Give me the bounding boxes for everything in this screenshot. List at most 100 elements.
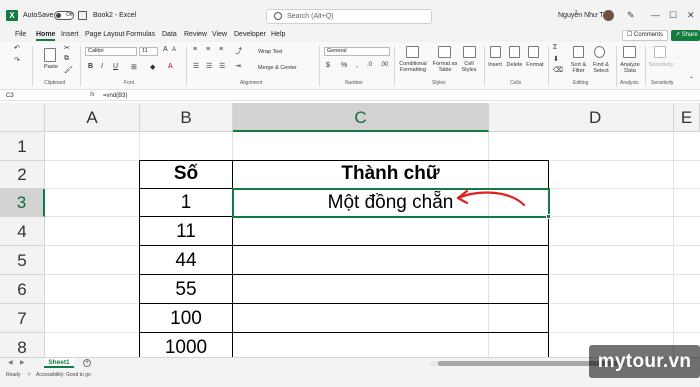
row-header-1[interactable]: 1 — [0, 132, 45, 161]
format-as-table-button[interactable]: Format as Table — [430, 61, 460, 73]
column-header-d[interactable]: D — [489, 103, 700, 132]
font-size-combo[interactable]: 11 — [139, 47, 158, 56]
name-box[interactable]: C3 — [4, 92, 66, 100]
font-name-combo[interactable]: Calibri — [85, 47, 137, 56]
cell-styles-icon[interactable] — [463, 46, 476, 58]
tab-file[interactable]: File — [15, 31, 26, 38]
bold-button[interactable]: B — [88, 63, 93, 70]
decrease-decimal-icon[interactable]: .00 — [380, 62, 388, 68]
align-center-icon[interactable]: ☰ — [206, 62, 212, 70]
paste-button[interactable]: Paste — [42, 64, 60, 70]
sort-filter-icon[interactable] — [573, 46, 584, 58]
search-input[interactable]: Search (Alt+Q) — [266, 9, 432, 24]
cell-styles-button[interactable]: Cell Styles — [457, 61, 481, 73]
fill-handle[interactable] — [546, 214, 551, 219]
merge-center-button[interactable]: Merge & Center — [258, 65, 297, 71]
prev-sheet-icon[interactable]: ◀ — [8, 359, 13, 366]
maximize-icon[interactable]: ☐ — [669, 10, 677, 21]
decrease-font-icon[interactable]: A — [172, 47, 176, 53]
delete-cells-button[interactable]: Delete — [505, 62, 524, 68]
row-header-7[interactable]: 7 — [0, 304, 45, 333]
analyze-data-icon[interactable] — [623, 46, 636, 58]
cell-b7[interactable]: 100 — [140, 308, 232, 330]
find-select-icon[interactable] — [594, 46, 605, 58]
sensitivity-button[interactable]: Sensitivity — [648, 62, 674, 68]
cell-b5[interactable]: 44 — [140, 250, 232, 272]
increase-font-icon[interactable]: A — [163, 46, 168, 53]
copy-icon[interactable]: ⧉ — [64, 55, 69, 63]
underline-button[interactable]: U — [113, 63, 118, 70]
fx-icon[interactable]: fx — [90, 92, 95, 98]
user-name[interactable]: Nguyễn Như Tài — [558, 12, 609, 19]
percent-icon[interactable]: % — [341, 62, 347, 69]
cell-b6[interactable]: 55 — [140, 279, 232, 301]
cell-b4[interactable]: 11 — [140, 221, 232, 243]
row-header-8[interactable]: 8 — [0, 333, 45, 357]
borders-icon[interactable]: ⊞ — [131, 63, 137, 71]
insert-cells-icon[interactable] — [490, 46, 501, 58]
comma-icon[interactable]: , — [356, 62, 358, 69]
tab-review[interactable]: Review — [184, 31, 207, 38]
pen-icon[interactable]: ✎ — [627, 10, 635, 21]
clear-icon[interactable]: ⌫ — [553, 66, 563, 74]
number-format-combo[interactable]: General — [324, 47, 390, 56]
tab-home[interactable]: Home — [36, 31, 56, 41]
cell-c2[interactable]: Thành chữ — [233, 163, 548, 185]
sensitivity-icon[interactable] — [654, 46, 666, 58]
column-header-e[interactable]: E — [673, 103, 700, 132]
minimize-icon[interactable]: — — [651, 10, 660, 20]
avatar[interactable] — [603, 10, 614, 21]
accessibility-status[interactable]: Accessibility: Good to go — [36, 372, 91, 378]
italic-button[interactable]: I — [101, 63, 103, 70]
cell-b8[interactable]: 1000 — [140, 337, 232, 357]
font-color-icon[interactable]: A — [168, 63, 173, 70]
tab-formulas[interactable]: Formulas — [126, 31, 155, 38]
insert-cells-button[interactable]: Insert — [486, 62, 504, 68]
align-middle-icon[interactable]: ≡ — [206, 46, 210, 53]
align-left-icon[interactable]: ☰ — [193, 62, 199, 70]
formula-input[interactable]: =vnd(B3) — [103, 92, 128, 100]
undo-icon[interactable]: ↶ — [14, 44, 20, 52]
conditional-formatting-icon[interactable] — [406, 46, 419, 58]
wrap-text-button[interactable]: Wrap Text — [258, 49, 283, 55]
share-button[interactable]: ↗ Share — [671, 30, 700, 41]
autosum-icon[interactable]: Σ — [553, 44, 557, 51]
align-top-icon[interactable]: ≡ — [193, 46, 197, 53]
orientation-icon[interactable]: ⤴ — [235, 46, 242, 56]
column-header-c[interactable]: C — [233, 103, 489, 132]
align-right-icon[interactable]: ☰ — [219, 62, 225, 70]
analyze-data-button[interactable]: Analyze Data — [618, 62, 642, 74]
column-header-b[interactable]: B — [140, 103, 233, 132]
conditional-formatting-button[interactable]: Conditional Formatting — [396, 61, 430, 73]
comments-button[interactable]: ☐ Comments — [622, 30, 668, 41]
select-all-corner[interactable] — [0, 103, 45, 132]
format-painter-icon[interactable]: 🖌 — [64, 66, 73, 74]
row-header-6[interactable]: 6 — [0, 275, 45, 304]
cell-b2[interactable]: Số — [140, 163, 232, 185]
accessibility-icon[interactable]: ⚐ — [27, 372, 31, 378]
format-as-table-icon[interactable] — [438, 46, 451, 58]
cut-icon[interactable]: ✂ — [64, 44, 70, 52]
align-bottom-icon[interactable]: ≡ — [219, 46, 223, 53]
paste-icon[interactable] — [44, 48, 56, 62]
indent-icon[interactable]: ⇥ — [235, 62, 241, 70]
fill-icon[interactable]: ⬇ — [553, 55, 559, 63]
tab-data[interactable]: Data — [162, 31, 177, 38]
tab-insert[interactable]: Insert — [61, 31, 79, 38]
row-header-3[interactable]: 3 — [0, 189, 45, 217]
row-header-4[interactable]: 4 — [0, 217, 45, 246]
add-sheet-icon[interactable]: + — [83, 359, 91, 367]
row-header-2[interactable]: 2 — [0, 161, 45, 189]
sheet-tab-sheet1[interactable]: Sheet1 — [44, 358, 74, 368]
collapse-ribbon-icon[interactable]: ⌃ — [689, 76, 694, 83]
format-cells-icon[interactable] — [528, 46, 539, 58]
tab-developer[interactable]: Developer — [234, 31, 266, 38]
redo-icon[interactable]: ↷ — [14, 56, 20, 64]
find-select-button[interactable]: Find & Select — [590, 62, 612, 74]
save-icon[interactable] — [78, 11, 87, 20]
tab-page-layout[interactable]: Page Layout — [85, 31, 124, 38]
next-sheet-icon[interactable]: ▶ — [20, 359, 25, 366]
format-cells-button[interactable]: Format — [525, 62, 545, 68]
cell-b3[interactable]: 1 — [140, 192, 232, 214]
worksheet-grid[interactable]: A B C D E 1 2 3 4 5 6 7 8 Số Thành chữ 1… — [0, 103, 700, 357]
